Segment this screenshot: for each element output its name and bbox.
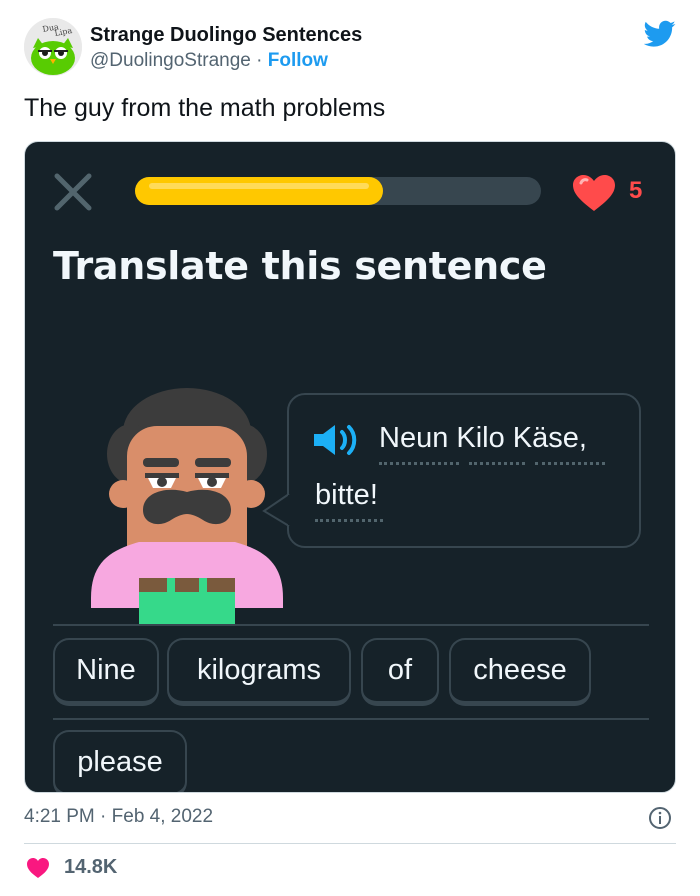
meta-separator: · <box>256 50 263 71</box>
hearts-count: 5 <box>629 177 643 204</box>
sentence-line-1[interactable]: Neun Kilo Käse, <box>379 422 587 455</box>
sentence-line-2[interactable]: bitte! <box>315 479 378 512</box>
word-hint-underline[interactable] <box>315 519 383 522</box>
word-hint-underline[interactable] <box>379 462 459 465</box>
word-chip-nine[interactable]: Nine <box>53 638 159 706</box>
follow-button[interactable]: Follow <box>268 50 328 71</box>
close-icon <box>54 173 92 211</box>
embedded-screenshot[interactable]: 5 Translate this sentence Neun Kilo Käse… <box>24 141 676 793</box>
speaker-icon[interactable] <box>311 421 359 459</box>
divider <box>24 843 676 844</box>
speech-bubble-tail <box>262 493 291 527</box>
word-hint-underline[interactable] <box>535 462 605 465</box>
tweet-text: The guy from the math problems <box>24 94 386 122</box>
word-chip-of[interactable]: of <box>361 638 439 706</box>
tweet-timestamp[interactable]: 4:21 PM · Feb 4, 2022 <box>24 806 213 828</box>
avatar[interactable]: Dua Lipa <box>24 18 82 76</box>
avatar-image: Dua Lipa <box>24 18 82 76</box>
heart-icon <box>573 175 615 211</box>
character-illustration <box>91 388 283 626</box>
progress-fill <box>135 177 383 205</box>
like-count: 14.8K <box>64 856 118 878</box>
twitter-bird-icon[interactable] <box>644 20 676 48</box>
word-chip-cheese[interactable]: cheese <box>449 638 591 706</box>
author-meta: @DuolingoStrange · Follow <box>90 50 328 72</box>
answer-line <box>53 718 649 720</box>
author-name[interactable]: Strange Duolingo Sentences <box>90 24 362 47</box>
info-icon[interactable] <box>648 806 672 830</box>
author-handle[interactable]: @DuolingoStrange <box>90 50 251 71</box>
answer-line <box>53 624 649 626</box>
exercise-heading: Translate this sentence <box>53 244 547 288</box>
progress-bar <box>135 177 541 205</box>
word-chip-please[interactable]: please <box>53 730 187 792</box>
like-heart-icon <box>27 857 49 878</box>
like-button[interactable]: 14.8K <box>26 856 117 879</box>
word-chip-kilograms[interactable]: kilograms <box>167 638 351 706</box>
word-hint-underline[interactable] <box>469 462 525 465</box>
speech-bubble <box>287 393 641 548</box>
